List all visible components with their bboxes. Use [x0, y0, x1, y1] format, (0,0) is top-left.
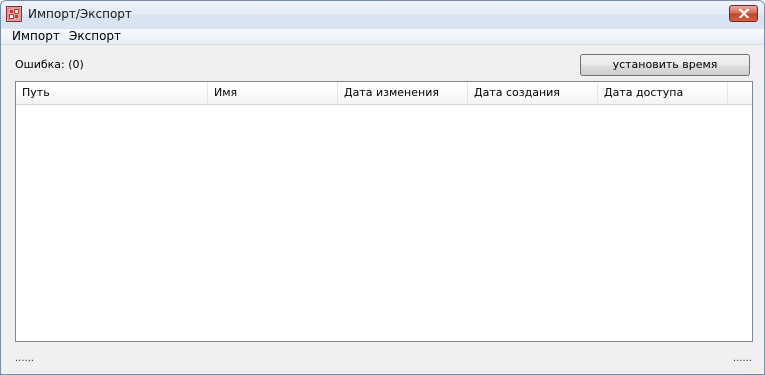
menu-import[interactable]: Импорт: [11, 29, 61, 44]
status-text-right: ......: [732, 353, 752, 364]
list-header: Путь Имя Дата изменения Дата создания Да…: [16, 82, 752, 105]
close-button[interactable]: [729, 5, 758, 22]
title-bar[interactable]: Импорт/Экспорт: [1, 1, 764, 30]
status-bar: ...... ......: [1, 349, 764, 374]
menu-bar: Импорт Экспорт: [1, 29, 764, 45]
column-header-created[interactable]: Дата создания: [468, 82, 598, 104]
status-text-left: ......: [15, 353, 35, 364]
app-icon[interactable]: [6, 6, 22, 22]
menu-export[interactable]: Экспорт: [68, 29, 122, 44]
error-count-label: Ошибка: (0): [15, 58, 84, 71]
column-header-modified[interactable]: Дата изменения: [338, 82, 468, 104]
column-header-path[interactable]: Путь: [16, 82, 208, 104]
content-area: Ошибка: (0) установить время Путь Имя Да…: [1, 45, 764, 374]
close-icon: [739, 9, 749, 18]
main-window: Импорт/Экспорт Импорт Экспорт Ошибка: (0…: [0, 0, 765, 375]
column-header-accessed[interactable]: Дата доступа: [598, 82, 728, 104]
set-time-button[interactable]: установить время: [580, 54, 750, 76]
column-header-name[interactable]: Имя: [208, 82, 338, 104]
column-header-filler: [728, 82, 752, 104]
file-list[interactable]: Путь Имя Дата изменения Дата создания Да…: [15, 81, 753, 342]
window-title: Импорт/Экспорт: [28, 7, 132, 21]
